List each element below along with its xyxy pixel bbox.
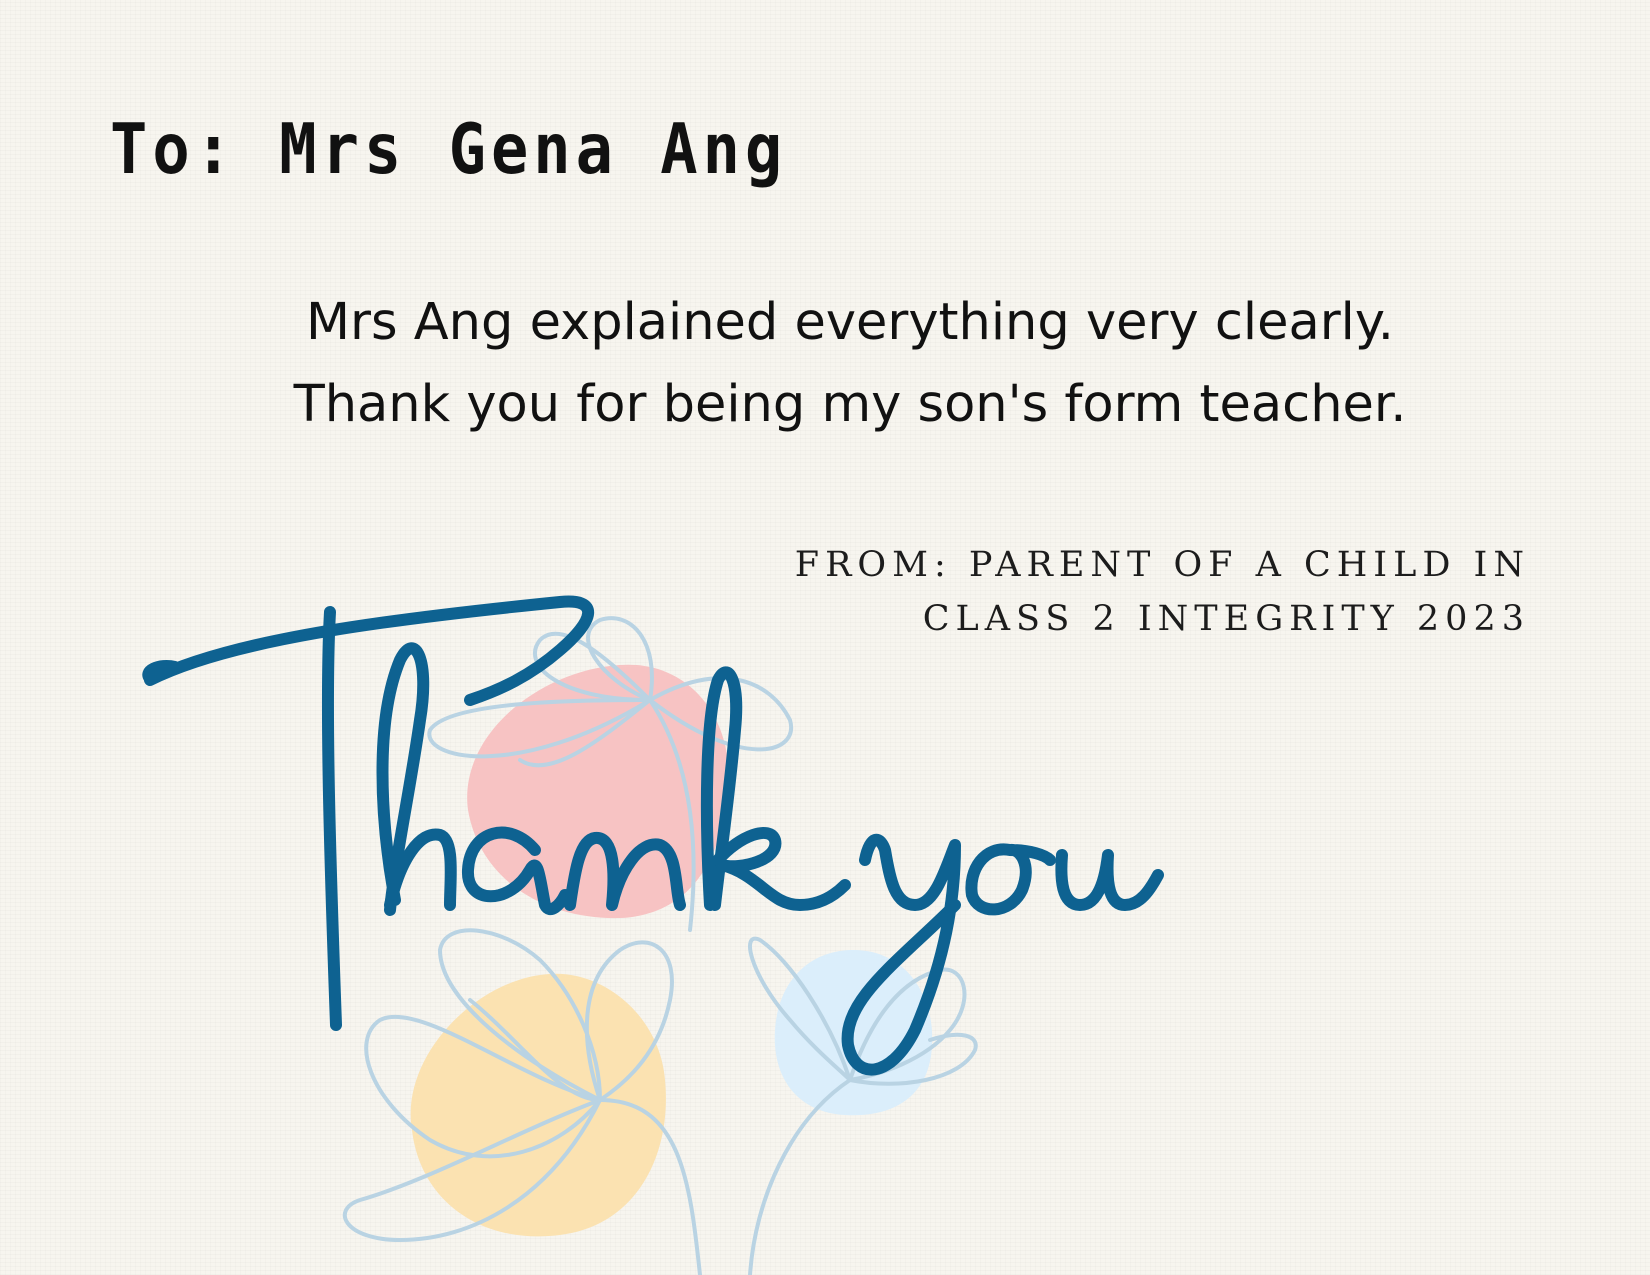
- sender-block: FROM: PARENT OF A CHILD IN CLASS 2 INTEG…: [795, 538, 1530, 646]
- recipient-line: To: Mrs Gena Ang: [110, 108, 788, 190]
- sender-line-1: FROM: PARENT OF A CHILD IN: [794, 545, 1530, 585]
- message-line-1: Mrs Ang explained everything very clearl…: [306, 293, 1394, 352]
- message-body: Mrs Ang explained everything very clearl…: [160, 282, 1540, 446]
- sender-line-2: CLASS 2 INTEGRITY 2023: [922, 599, 1530, 639]
- message-line-2: Thank you for being my son's form teache…: [293, 375, 1407, 434]
- thank-you-card: To: Mrs Gena Ang Mrs Ang explained every…: [0, 0, 1650, 1275]
